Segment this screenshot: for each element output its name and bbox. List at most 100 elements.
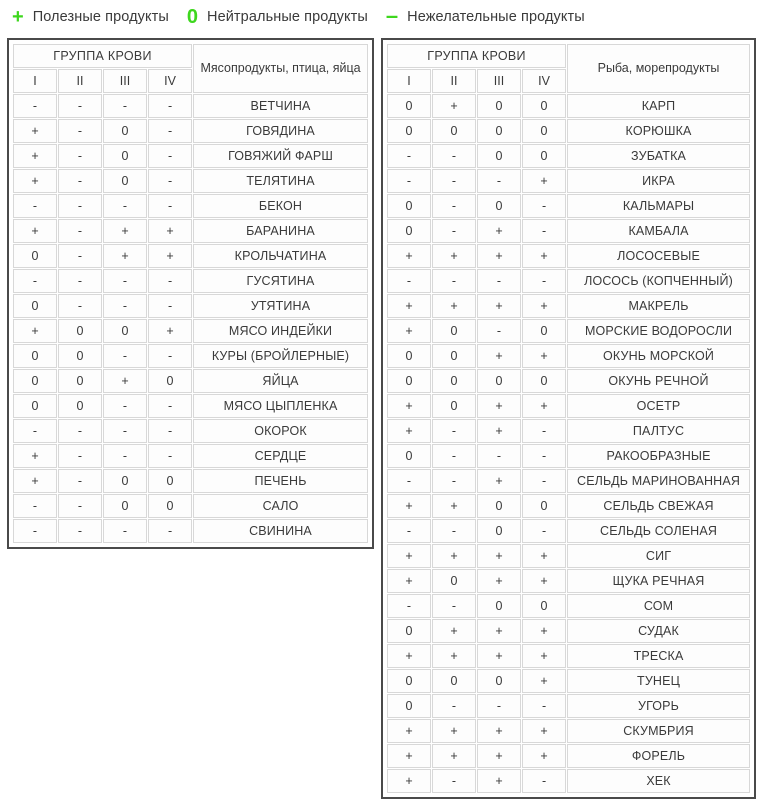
mark-cell-bg3: - [477, 169, 521, 193]
table-row: - - + - СЕЛЬДЬ МАРИНОВАННАЯ [387, 469, 750, 493]
mark-cell-bg2: - [432, 444, 476, 468]
mark-cell-bg3: 0 [103, 169, 147, 193]
mark-cell-bg3: 0 [103, 119, 147, 143]
mark-cell-bg2: 0 [432, 119, 476, 143]
mark-cell-bg2: + [432, 494, 476, 518]
product-name-cell: САЛО [193, 494, 368, 518]
mark-cell-bg2: + [432, 294, 476, 318]
product-name-cell: СЕЛЬДЬ СВЕЖАЯ [567, 494, 750, 518]
mark-cell-bg2: + [432, 244, 476, 268]
mark-cell-bg2: - [58, 519, 102, 543]
mark-cell-bg4: + [522, 719, 567, 743]
mark-cell-bg4: + [148, 244, 193, 268]
table-row: - - - + ИКРА [387, 169, 750, 193]
mark-cell-bg4: - [522, 519, 567, 543]
product-name-cell: ОКУНЬ МОРСКОЙ [567, 344, 750, 368]
blood-group-3-header: III [477, 69, 521, 93]
product-name-cell: БАРАНИНА [193, 219, 368, 243]
mark-cell-bg2: - [432, 269, 476, 293]
mark-cell-bg2: - [58, 419, 102, 443]
mark-cell-bg2: - [58, 244, 102, 268]
plus-icon: + [12, 6, 24, 28]
mark-cell-bg1: + [13, 219, 57, 243]
product-name-cell: ВЕТЧИНА [193, 94, 368, 118]
mark-cell-bg1: 0 [13, 294, 57, 318]
mark-cell-bg4: 0 [522, 94, 567, 118]
table-row: 0 0- - МЯСО ЦЫПЛЕНКА [13, 394, 368, 418]
mark-cell-bg4: + [522, 394, 567, 418]
mark-cell-bg4: - [148, 294, 193, 318]
mark-cell-bg4: + [522, 344, 567, 368]
header-row-group: ГРУППА КРОВИ Рыба, морепродукты [387, 44, 750, 93]
legend-label: Нейтральные продукты [207, 9, 368, 25]
mark-cell-bg4: - [148, 269, 193, 293]
product-name-cell: УГОРЬ [567, 694, 750, 718]
mark-cell-bg1: - [13, 194, 57, 218]
table-row: - - - - ГУСЯТИНА [13, 269, 368, 293]
mark-cell-bg4: 0 [522, 369, 567, 393]
mark-cell-bg4: + [148, 219, 193, 243]
mark-cell-bg4: - [148, 169, 193, 193]
legend-label: Полезные продукты [32, 9, 169, 25]
product-category-header: Мясопродукты, птица, яйца [193, 44, 368, 93]
mark-cell-bg4: 0 [522, 494, 567, 518]
fish-table-frame: ГРУППА КРОВИ Рыба, морепродукты I II III IV 0 +… [381, 38, 756, 799]
mark-cell-bg1: 0 [387, 219, 431, 243]
mark-cell-bg4: 0 [148, 494, 193, 518]
table-row: + - + - ПАЛТУС [387, 419, 750, 443]
mark-cell-bg2: 0 [432, 319, 476, 343]
table-row: + + + + СИГ [387, 544, 750, 568]
mark-cell-bg3: - [477, 269, 521, 293]
table-row: 0 0 0 0 ОКУНЬ РЕЧНОЙ [387, 369, 750, 393]
mark-cell-bg3: + [103, 219, 147, 243]
mark-cell-bg2: 0 [58, 394, 102, 418]
mark-cell-bg1: - [13, 269, 57, 293]
mark-cell-bg1: 0 [13, 394, 57, 418]
table-row: 0- - - УГОРЬ [387, 694, 750, 718]
product-name-cell: ЯЙЦА [193, 369, 368, 393]
mark-cell-bg4: 0 [148, 469, 193, 493]
mark-cell-bg2: - [58, 294, 102, 318]
product-name-cell: ФОРЕЛЬ [567, 744, 750, 768]
mark-cell-bg4: 0 [522, 119, 567, 143]
mark-cell-bg3: + [477, 544, 521, 568]
product-name-cell: ЛОСОСЬ (КОПЧЕННЫЙ) [567, 269, 750, 293]
mark-cell-bg1: 0 [387, 694, 431, 718]
blood-group-4-header: IV [148, 69, 193, 93]
mark-cell-bg3: 0 [477, 119, 521, 143]
mark-cell-bg1: 0 [387, 669, 431, 693]
product-name-cell: ТУНЕЦ [567, 669, 750, 693]
mark-cell-bg3: + [477, 244, 521, 268]
mark-cell-bg3: + [477, 219, 521, 243]
mark-cell-bg2: + [432, 544, 476, 568]
mark-cell-bg2: 0 [432, 344, 476, 368]
mark-cell-bg2: - [58, 194, 102, 218]
mark-cell-bg4: + [522, 744, 567, 768]
legend-label: Нежелательные продукты [407, 9, 585, 25]
mark-cell-bg4: + [522, 669, 567, 693]
product-name-cell: ЗУБАТКА [567, 144, 750, 168]
mark-cell-bg3: 0 [103, 469, 147, 493]
product-name-cell: СОМ [567, 594, 750, 618]
zero-icon: 0 [186, 6, 198, 28]
mark-cell-bg3: - [103, 269, 147, 293]
product-name-cell: ЛОСОСЕВЫЕ [567, 244, 750, 268]
table-row: - -0 0 САЛО [13, 494, 368, 518]
table-row: - - - - БЕКОН [13, 194, 368, 218]
mark-cell-bg3: - [103, 194, 147, 218]
mark-cell-bg1: + [387, 244, 431, 268]
mark-cell-bg3: - [103, 419, 147, 443]
mark-cell-bg1: + [387, 294, 431, 318]
table-row: + -0- ТЕЛЯТИНА [13, 169, 368, 193]
product-name-cell: СКУМБРИЯ [567, 719, 750, 743]
mark-cell-bg4: - [148, 519, 193, 543]
mark-cell-bg4: + [522, 294, 567, 318]
mark-cell-bg3: + [477, 769, 521, 793]
mark-cell-bg4: - [522, 419, 567, 443]
table-row: + + + + ФОРЕЛЬ [387, 744, 750, 768]
mark-cell-bg4: + [522, 644, 567, 668]
meat-table: ГРУППА КРОВИ Мясопродукты, птица, яйца I II… [12, 43, 369, 544]
mark-cell-bg4: + [522, 244, 567, 268]
blood-group-1-header: I [387, 69, 431, 93]
mark-cell-bg4: 0 [522, 319, 567, 343]
